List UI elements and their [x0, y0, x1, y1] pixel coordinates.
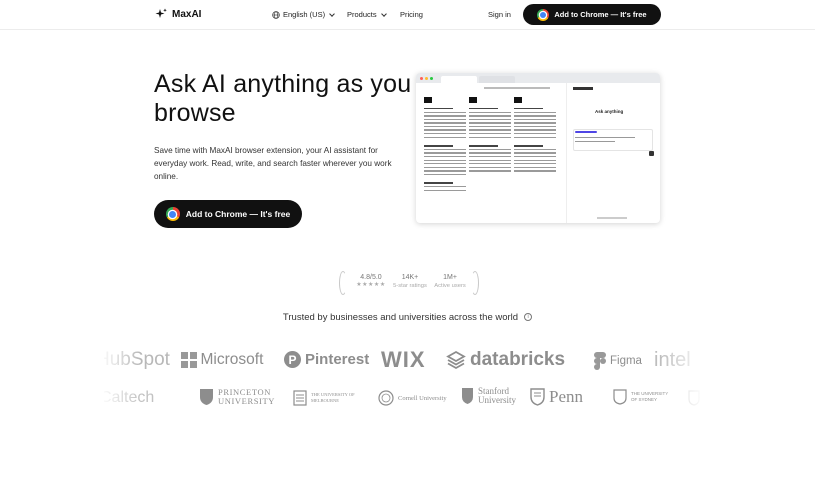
chrome-icon — [537, 8, 550, 21]
laurel-right-icon — [471, 271, 479, 295]
brand-logo[interactable]: MaxAI — [155, 8, 201, 20]
sign-in-link[interactable]: Sign in — [488, 10, 511, 19]
logo-microsoft: Microsoft — [181, 351, 263, 369]
cornell-seal-icon — [378, 390, 394, 406]
logo-pinterest: P Pinterest — [284, 351, 369, 368]
page-content-preview — [416, 83, 566, 223]
logo-princeton: PRINCETON UNIVERSITY — [199, 388, 280, 406]
users-label: Active users — [434, 283, 466, 289]
logo-strip-fade-left — [100, 340, 140, 415]
pricing-link[interactable]: Pricing — [400, 10, 423, 19]
users-value: 1M+ — [443, 274, 457, 281]
hero-add-to-chrome-button[interactable]: Add to Chrome — It's free — [154, 200, 302, 228]
chevron-down-icon — [329, 10, 335, 17]
add-to-chrome-button[interactable]: Add to Chrome — It's free — [523, 4, 661, 25]
sidebar-panel-title: Ask anything — [595, 109, 624, 114]
pinterest-icon: P — [284, 351, 301, 368]
star-rating-icon: ★★★★★ — [356, 282, 386, 288]
product-screenshot: Ask anything — [416, 73, 660, 223]
stats-badge: 4.8/5.0 ★★★★★ 14K+ 5-star ratings 1M+ Ac… — [339, 271, 479, 295]
princeton-shield-icon — [200, 389, 213, 405]
products-menu[interactable]: Products — [347, 10, 387, 19]
logo-strip-mask-right — [700, 340, 815, 415]
logo-cornell: Cornell University — [378, 390, 447, 406]
ratings-count-label: 5-star ratings — [393, 283, 427, 289]
penn-shield-icon — [530, 388, 545, 406]
language-selector[interactable]: English (US) — [272, 10, 335, 19]
top-nav: MaxAI English (US) Products Pricing Sign… — [0, 0, 815, 30]
browser-tab-bar — [416, 73, 660, 83]
logo-penn: Penn — [530, 387, 583, 407]
brand-name: MaxAI — [172, 8, 202, 20]
microsoft-icon — [181, 352, 197, 368]
logo-melbourne: THE UNIVERSITY OF MELBOURNE — [293, 390, 367, 406]
trusted-text: Trusted by businesses and universities a… — [282, 312, 519, 323]
rating-value: 4.8/5.0 — [360, 274, 382, 281]
figma-icon — [594, 352, 606, 370]
ai-sidebar-preview: Ask anything — [566, 83, 660, 223]
trusted-heading: Trusted by businesses and universities a… — [0, 312, 815, 323]
logo-stanford: Stanford University — [461, 387, 518, 405]
logo-strip-mask-left — [0, 340, 104, 415]
products-label: Products — [347, 10, 377, 19]
logo-figma: Figma — [594, 352, 642, 370]
hero-cta-label: Add to Chrome — It's free — [185, 209, 291, 219]
laurel-left-icon — [339, 271, 347, 295]
databricks-icon — [446, 350, 466, 370]
hero-subtitle: Save time with MaxAI browser extension, … — [154, 146, 392, 181]
globe-icon — [272, 10, 280, 19]
logo-wix: WIX — [381, 347, 426, 372]
melbourne-crest-icon — [293, 390, 307, 406]
users-stat: 1M+ Active users — [433, 274, 467, 289]
logo-databricks: databricks — [446, 349, 565, 371]
hero-title: Ask AI anything as you browse — [154, 70, 412, 127]
add-to-chrome-label: Add to Chrome — It's free — [554, 10, 647, 19]
ratings-count-value: 14K+ — [401, 274, 419, 281]
sydney-crest-icon — [613, 389, 627, 405]
logo-strip-fade-right — [660, 340, 705, 415]
chevron-down-icon — [380, 10, 387, 17]
language-label: English (US) — [283, 10, 326, 19]
ratings-count-stat: 14K+ 5-star ratings — [391, 274, 429, 289]
chrome-icon — [165, 207, 180, 221]
info-icon[interactable]: i — [524, 313, 533, 322]
rating-stat: 4.8/5.0 ★★★★★ — [353, 274, 389, 288]
stanford-shield-icon — [462, 388, 473, 404]
sparkle-icon — [155, 8, 167, 18]
